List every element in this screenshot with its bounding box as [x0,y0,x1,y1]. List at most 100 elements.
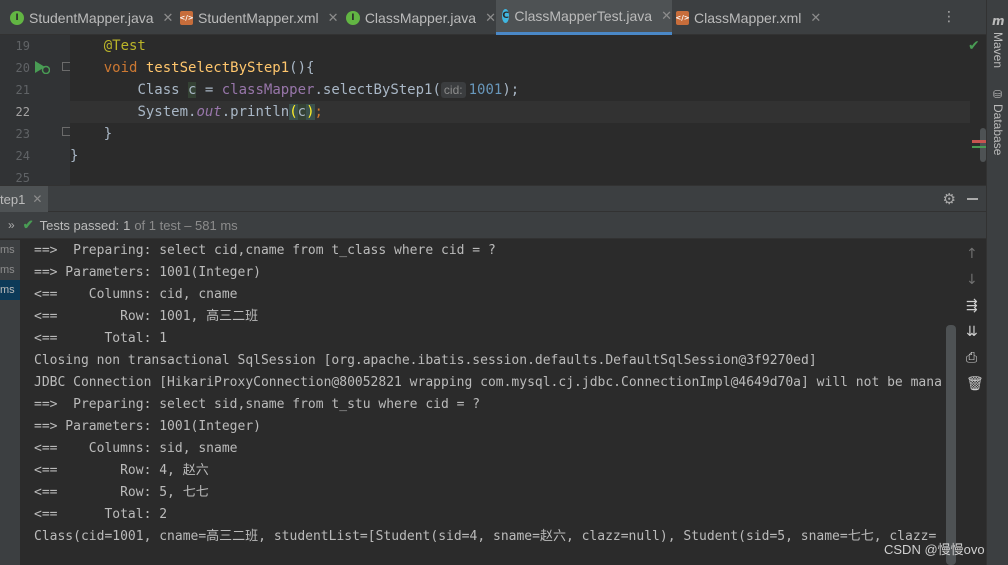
test-tree: ms ms ms [0,240,20,565]
console-line: <== Row: 4, 赵六 [34,463,209,478]
method-name-token: testSelectByStep1 [145,60,290,76]
code-line-21: Class c = classMapper.selectByStep1(cid:… [70,79,970,101]
code-line-24: } [70,145,970,167]
class-icon: C [502,9,510,23]
tab-label: ClassMapper.java [364,9,477,26]
scroll-to-end-icon[interactable]: ⇊ [966,324,978,340]
right-tool-strip: m Maven ⛁ Database [986,0,1008,565]
line-number: 22 [15,105,30,119]
database-icon: ⛁ [993,88,1003,101]
tab-label: ClassMapper.xml [694,9,802,26]
variable-token: c [297,104,307,120]
console-scrollbar[interactable] [946,325,956,565]
console-line: ==> Preparing: select cid,cname from t_c… [34,243,496,258]
console-line: ==> Parameters: 1001(Integer) [34,419,261,434]
test-tree-item[interactable]: ms [0,240,20,260]
annotation-token: @Test [103,38,146,54]
line-number: 21 [15,83,30,97]
print-icon[interactable]: ⎙ [966,350,977,366]
field-token: classMapper [221,82,315,98]
maven-panel-button[interactable]: Maven [991,32,1005,68]
static-field-token: out [196,104,222,120]
punct-token: ; [314,104,323,120]
console-line: <== Columns: cid, cname [34,287,238,302]
test-status-bar: » ✔ Tests passed: 1 of 1 test – 581 ms [0,212,986,239]
more-tabs-icon[interactable]: ⋮ [942,9,956,25]
tab-studentmapper-xml[interactable]: </> StudentMapper.xml ✕ [179,0,344,35]
brace-match: ) [306,104,315,120]
tab-label: ClassMapperTest.java [514,8,653,24]
gear-icon[interactable]: ⚙ [943,190,956,208]
tests-passed-check-icon: ✔ [22,217,34,232]
console-line: <== Row: 1001, 高三二班 [34,309,259,324]
console-line: ==> Preparing: select sid,sname from t_s… [34,397,481,412]
punct-token: ); [502,82,520,98]
tests-total-duration: of 1 test – 581 ms [134,217,238,233]
code-line-20: void testSelectByStep1(){ [70,57,970,79]
tab-classmapper-java[interactable]: I ClassMapper.java ✕ [346,0,496,35]
soft-wrap-icon[interactable]: ⇶ [966,298,978,314]
minimize-icon[interactable] [967,198,978,200]
call-token: .selectByStep1( [314,82,441,98]
close-icon[interactable]: ✕ [328,10,339,26]
down-arrow-icon[interactable]: ↓ [966,272,978,288]
run-tab-label: tep1 [0,191,26,207]
run-test-icon[interactable] [34,60,50,74]
run-config-tab[interactable]: tep1 ✕ [0,186,49,212]
close-icon[interactable]: ✕ [163,10,174,26]
interface-icon: I [346,10,360,25]
console-toolbar: ↑ ↓ ⇶ ⇊ ⎙ 🗑 [960,240,986,565]
tab-label: StudentMapper.java [29,9,154,26]
no-problems-check-icon: ✔ [968,38,980,54]
tab-studentmapper-java[interactable]: I StudentMapper.java ✕ [10,0,178,35]
tests-passed-count: 1 [123,217,131,233]
close-icon[interactable]: ✕ [810,10,821,26]
line-number: 23 [15,127,30,141]
number-token: 1001 [468,82,503,98]
maven-icon: m [992,14,1005,28]
line-number: 25 [15,171,30,185]
watermark: CSDN @慢慢ovo [884,542,985,557]
console-output[interactable]: ==> Preparing: select cid,cname from t_c… [20,240,960,565]
console-line: <== Total: 2 [34,507,168,522]
brace-match: ( [289,104,298,120]
code-editor[interactable]: @Test void testSelectByStep1(){ Class c … [70,35,986,185]
xml-file-icon: </> [675,10,690,25]
line-number: 19 [15,39,30,53]
editor-tab-bar: I StudentMapper.java ✕ </> StudentMapper… [0,0,986,35]
close-icon[interactable]: ✕ [32,192,42,206]
punct-token: } [70,148,79,164]
change-stripe-marker[interactable] [972,146,986,148]
console-line: ==> Parameters: 1001(Integer) [34,265,261,280]
close-icon[interactable]: ✕ [661,8,672,24]
database-panel-button[interactable]: Database [991,104,1005,155]
close-icon[interactable]: ✕ [485,10,496,26]
editor-scrollbar[interactable] [980,128,986,162]
parameter-hint: cid: [440,82,466,98]
code-line-22: System.out.println(c); [70,101,970,123]
tests-passed-label: Tests passed: [39,217,120,233]
punct-token: (){ [289,60,315,76]
trash-icon[interactable]: 🗑 [966,376,984,392]
code-line-23: } [70,123,970,145]
type-token: Class [137,82,189,98]
line-number: 20 [15,61,30,75]
editor-gutter: 19 20 21 22 23 24 25 [0,35,71,185]
system-token: System. [137,104,197,120]
console-line: Closing non transactional SqlSession [or… [34,353,817,368]
expand-icon[interactable]: » [8,218,15,232]
tab-label: StudentMapper.xml [198,9,319,26]
console-line: <== Total: 1 [34,331,168,346]
tab-classmappertest-java[interactable]: C ClassMapperTest.java ✕ [496,0,672,35]
error-stripe-marker[interactable] [972,140,986,143]
call-token: .println [221,104,290,120]
console-line: <== Columns: sid, sname [34,441,238,456]
run-tool-window-header: tep1 ✕ ⚙ [0,185,986,212]
up-arrow-icon[interactable]: ↑ [966,246,978,262]
test-tree-item[interactable]: ms [0,260,20,280]
line-number: 24 [15,149,30,163]
console-line: <== Row: 5, 七七 [34,485,209,500]
tab-classmapper-xml[interactable]: </> ClassMapper.xml ✕ [675,0,836,35]
keyword-token: void [103,60,138,76]
test-tree-item[interactable]: ms [0,280,20,300]
